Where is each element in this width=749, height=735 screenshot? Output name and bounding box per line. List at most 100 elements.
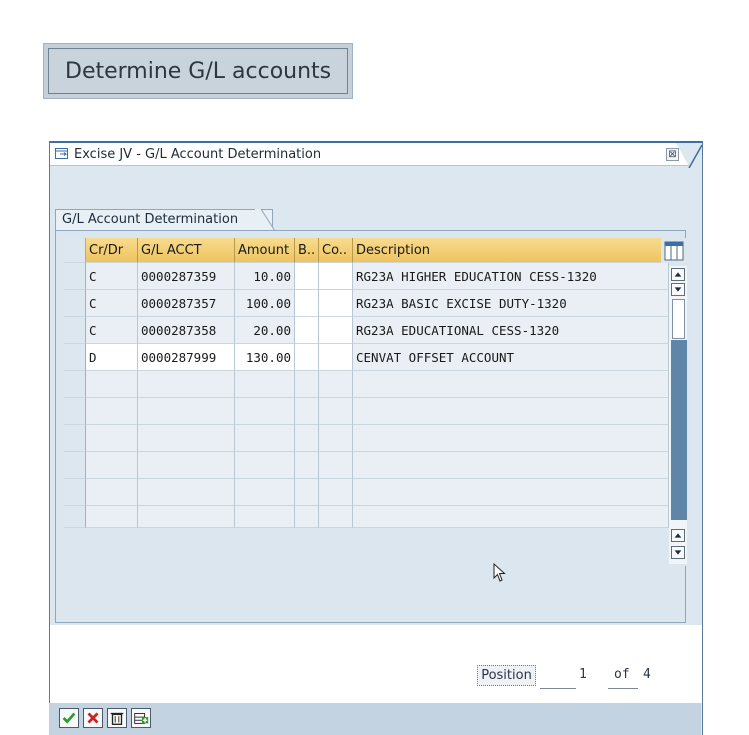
empty-cell xyxy=(319,479,353,506)
cell-crdr[interactable]: D xyxy=(86,344,138,371)
empty-cell xyxy=(138,371,235,398)
cell-description: RG23A HIGHER EDUCATION CESS-1320 xyxy=(353,263,669,290)
cell-gl-acct: 0000287357 xyxy=(138,290,235,317)
empty-cell xyxy=(235,371,295,398)
dialog-toolbar xyxy=(49,703,701,735)
empty-cell xyxy=(295,479,319,506)
row-selector[interactable] xyxy=(64,425,86,452)
empty-row[interactable] xyxy=(64,425,692,452)
cell-co-input[interactable] xyxy=(319,317,353,344)
cell-co-input[interactable] xyxy=(319,290,353,317)
cell-gl-acct: 0000287358 xyxy=(138,317,235,344)
scroll-page-down-icon[interactable] xyxy=(671,546,685,559)
dialog-title-bar[interactable]: Excise JV - G/L Account Determination ⊠ xyxy=(50,141,702,168)
position-button[interactable]: Position xyxy=(477,665,536,686)
empty-cell xyxy=(319,371,353,398)
cell-gl-acct-input[interactable]: 0000287999 xyxy=(138,344,235,371)
position-current[interactable]: 1 xyxy=(579,667,587,682)
empty-cell xyxy=(319,398,353,425)
cell-crdr: C xyxy=(86,263,138,290)
row-selector[interactable] xyxy=(64,398,86,425)
col-header-crdr[interactable]: Cr/Dr xyxy=(86,238,138,263)
empty-cell xyxy=(235,452,295,479)
row-selector[interactable] xyxy=(64,452,86,479)
empty-row[interactable] xyxy=(64,371,692,398)
table-settings-icon[interactable] xyxy=(664,241,684,261)
empty-cell xyxy=(235,425,295,452)
cell-amount-input[interactable]: 130.00 xyxy=(235,344,295,371)
cell-b-input[interactable] xyxy=(295,290,319,317)
empty-cell xyxy=(235,479,295,506)
empty-cell xyxy=(295,398,319,425)
check-icon[interactable] xyxy=(59,708,79,728)
cell-description: RG23A BASIC EXCISE DUTY-1320 xyxy=(353,290,669,317)
cell-b-input[interactable] xyxy=(295,317,319,344)
row-selector[interactable] xyxy=(64,371,86,398)
empty-cell xyxy=(353,452,669,479)
col-header-co[interactable]: Co.. xyxy=(319,238,353,263)
cell-b-input[interactable] xyxy=(295,263,319,290)
table-row[interactable]: C 0000287359 10.00 RG23A HIGHER EDUCATIO… xyxy=(64,263,692,290)
empty-cell xyxy=(353,506,669,528)
empty-cell xyxy=(235,506,295,528)
dialog-title: Excise JV - G/L Account Determination xyxy=(74,147,322,162)
select-all-cell[interactable] xyxy=(64,238,86,263)
empty-cell xyxy=(138,479,235,506)
position-of-underline xyxy=(608,688,638,689)
cell-crdr: C xyxy=(86,290,138,317)
empty-cell xyxy=(235,398,295,425)
empty-row[interactable] xyxy=(64,452,692,479)
cell-gl-acct: 0000287359 xyxy=(138,263,235,290)
empty-cell xyxy=(295,425,319,452)
empty-cell xyxy=(86,506,138,528)
group-tab-fold xyxy=(255,209,275,231)
position-of-label: of xyxy=(614,667,630,682)
row-selector[interactable] xyxy=(64,479,86,506)
empty-cell xyxy=(353,425,669,452)
col-header-b[interactable]: B.. xyxy=(295,238,319,263)
empty-cell xyxy=(319,506,353,528)
gl-account-table: Cr/Dr G/L ACCT Amount B.. Co.. Descripti… xyxy=(64,238,692,566)
vertical-scroll-thumb[interactable] xyxy=(672,299,685,339)
col-header-gl-acct[interactable]: G/L ACCT xyxy=(138,238,235,263)
scroll-page-up-icon[interactable] xyxy=(671,529,685,542)
empty-cell xyxy=(86,425,138,452)
empty-cell xyxy=(319,425,353,452)
delete-icon[interactable] xyxy=(107,708,127,728)
row-selector[interactable] xyxy=(64,506,86,528)
table-vertical-scrollbar[interactable] xyxy=(669,266,687,564)
cell-b-input[interactable] xyxy=(295,344,319,371)
cell-co-input[interactable] xyxy=(319,344,353,371)
row-selector[interactable] xyxy=(64,344,86,371)
empty-cell xyxy=(86,479,138,506)
table-row[interactable]: C 0000287357 100.00 RG23A BASIC EXCISE D… xyxy=(64,290,692,317)
col-header-amount[interactable]: Amount xyxy=(235,238,295,263)
add-row-icon[interactable] xyxy=(131,708,151,728)
empty-cell xyxy=(295,452,319,479)
empty-row[interactable] xyxy=(64,479,692,506)
cell-description: RG23A EDUCATIONAL CESS-1320 xyxy=(353,317,669,344)
cancel-icon[interactable] xyxy=(83,708,103,728)
cell-amount: 10.00 xyxy=(235,263,295,290)
cell-co-input[interactable] xyxy=(319,263,353,290)
cell-amount: 100.00 xyxy=(235,290,295,317)
empty-row[interactable] xyxy=(64,398,692,425)
table-row[interactable]: D 0000287999 130.00 CENVAT OFFSET ACCOUN… xyxy=(64,344,692,371)
table-row[interactable]: C 0000287358 20.00 RG23A EDUCATIONAL CES… xyxy=(64,317,692,344)
empty-cell xyxy=(86,398,138,425)
row-selector[interactable] xyxy=(64,317,86,344)
row-selector[interactable] xyxy=(64,263,86,290)
dialog-footer-area xyxy=(50,625,702,703)
cell-amount: 20.00 xyxy=(235,317,295,344)
vertical-scroll-track[interactable] xyxy=(671,340,687,520)
col-header-description[interactable]: Description xyxy=(353,238,661,263)
scroll-down-icon[interactable] xyxy=(671,283,685,296)
scroll-up-icon[interactable] xyxy=(671,268,685,281)
mouse-pointer-icon xyxy=(493,563,506,582)
empty-row[interactable] xyxy=(64,506,692,528)
row-selector[interactable] xyxy=(64,290,86,317)
empty-cell xyxy=(138,506,235,528)
empty-cell xyxy=(86,371,138,398)
determine-gl-accounts-button[interactable]: Determine G/L accounts xyxy=(43,43,353,99)
cell-crdr: C xyxy=(86,317,138,344)
